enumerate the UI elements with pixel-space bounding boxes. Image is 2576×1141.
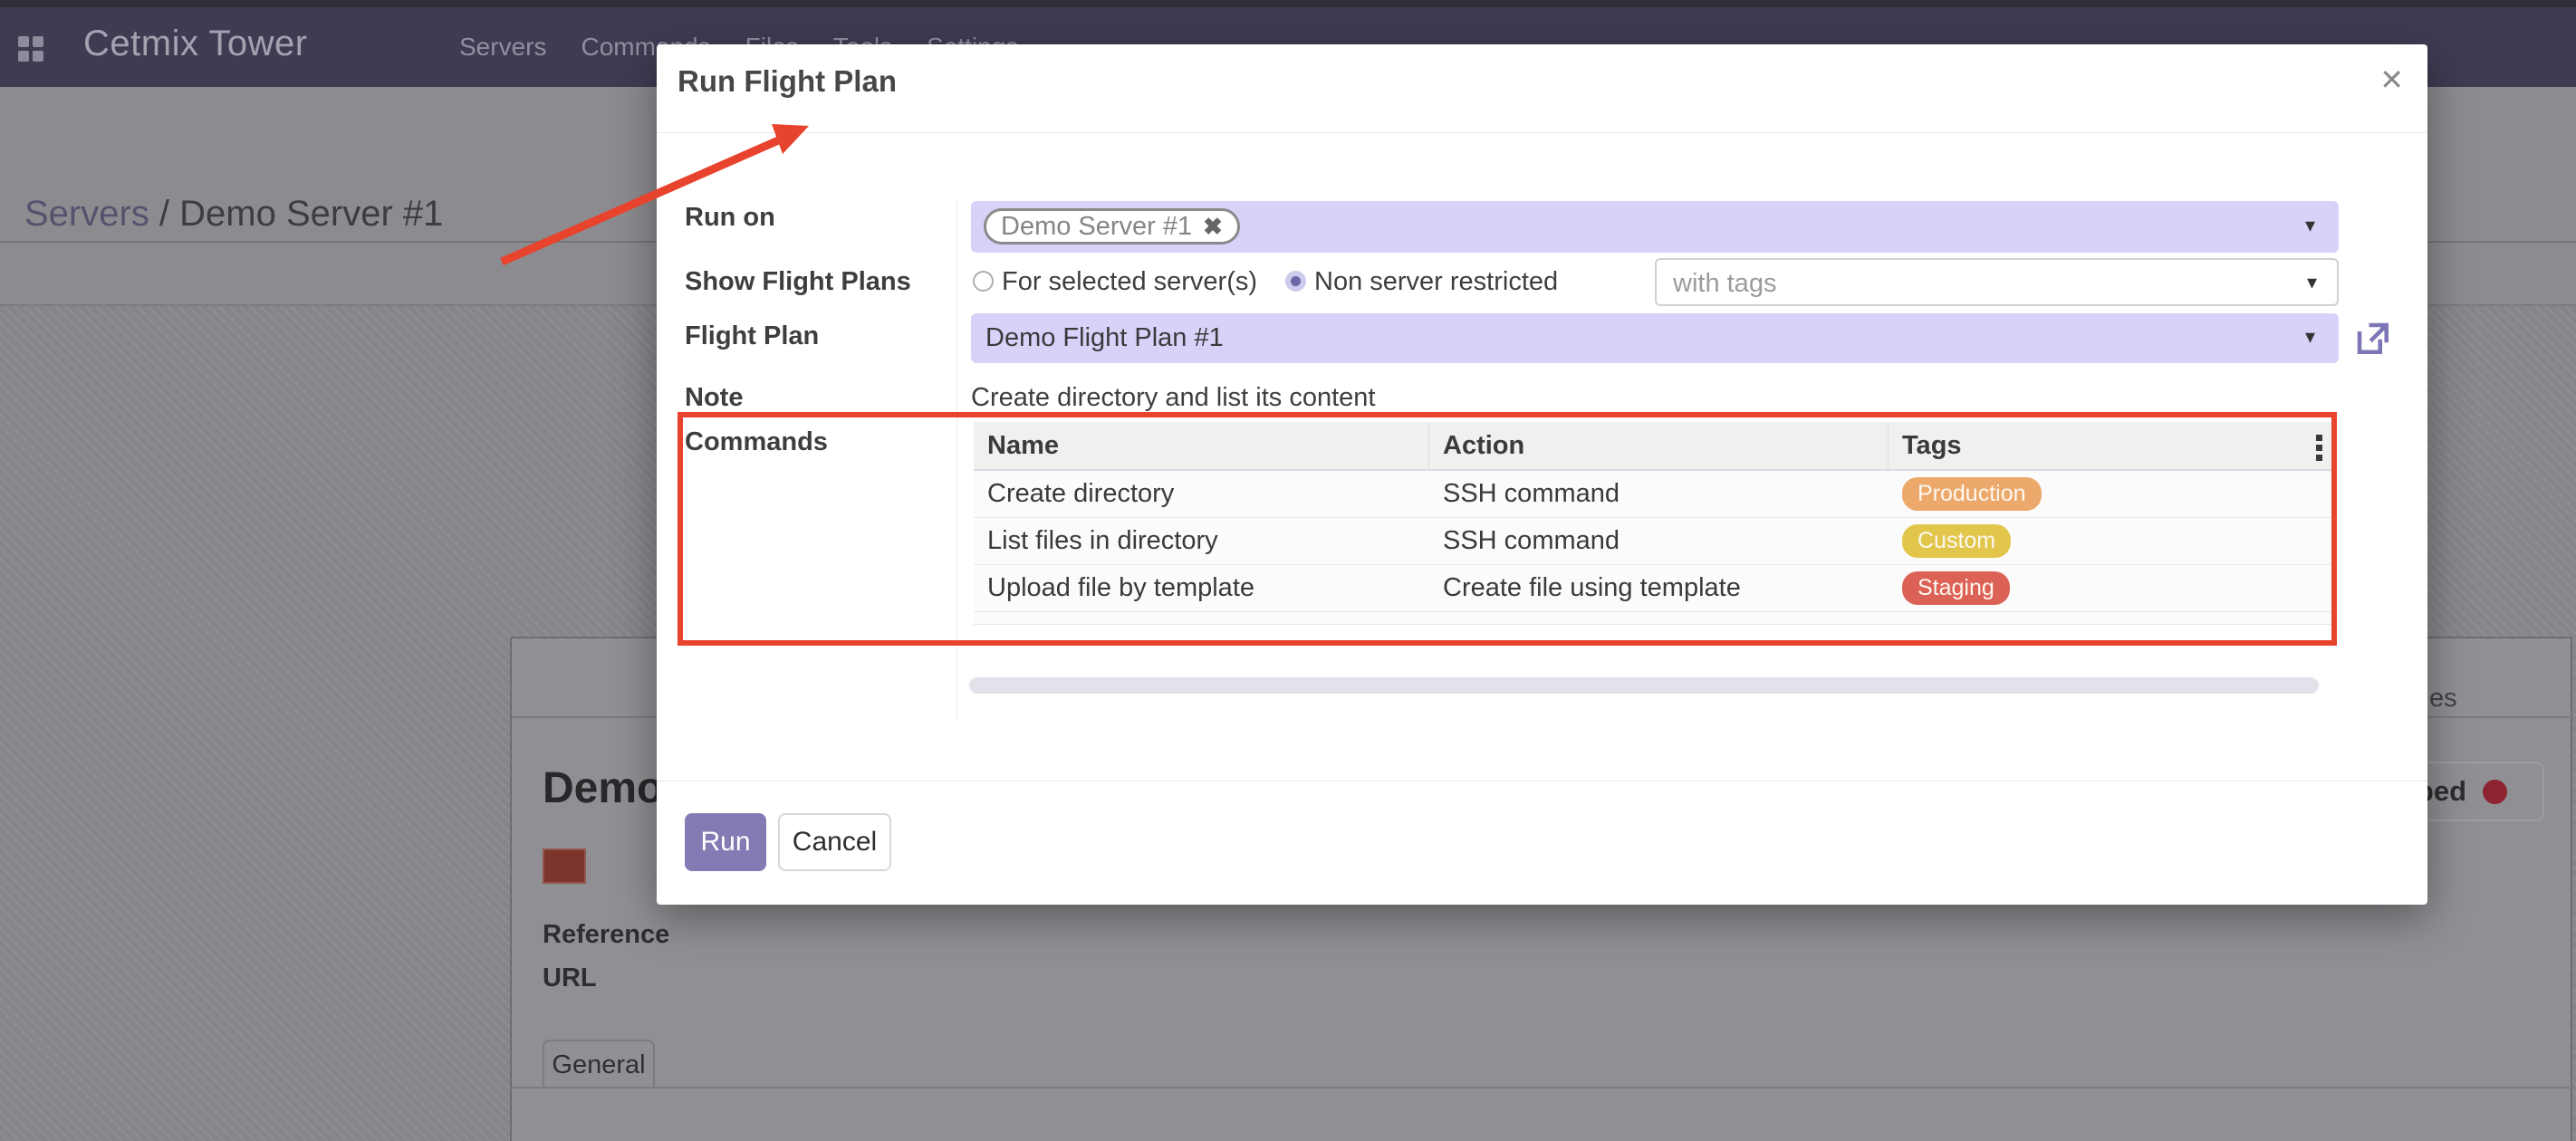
flight-plan-field[interactable]: Demo Flight Plan #1 ▾: [971, 313, 2339, 363]
field-label-reference: Reference: [543, 920, 669, 950]
note-label: Note: [685, 383, 743, 413]
app-logo[interactable]: Cetmix Tower: [83, 24, 308, 64]
browser-top-strip: [0, 0, 2576, 7]
nav-item-servers[interactable]: Servers: [459, 33, 546, 62]
status-dot-icon: [2483, 780, 2507, 804]
tab-bar-divider: [512, 1087, 2574, 1088]
horizontal-scrollbar[interactable]: [969, 677, 2319, 694]
field-label-url: URL: [543, 964, 597, 993]
screen: Cetmix Tower Servers Commands Files Tool…: [0, 0, 2576, 1141]
remove-tag-icon[interactable]: ✖: [1203, 213, 1223, 241]
breadcrumb: Servers / Demo Server #1: [24, 194, 443, 235]
breadcrumb-servers-link[interactable]: Servers: [24, 194, 149, 234]
external-link-icon[interactable]: [2353, 319, 2391, 357]
annotation-rectangle: [678, 412, 2337, 646]
flight-plan-value: Demo Flight Plan #1: [985, 323, 1224, 353]
chevron-down-icon[interactable]: ▾: [2305, 325, 2315, 349]
flight-plan-label: Flight Plan: [685, 321, 819, 351]
show-flight-plans-label: Show Flight Plans: [685, 267, 911, 297]
modal-header-divider: [657, 132, 2427, 133]
chevron-down-icon[interactable]: ▾: [2305, 214, 2315, 237]
chevron-down-icon[interactable]: ▾: [2307, 271, 2317, 294]
modal-title: Run Flight Plan: [678, 64, 897, 99]
radio-for-selected-servers[interactable]: [973, 271, 994, 292]
run-on-label: Run on: [685, 203, 775, 233]
cancel-button[interactable]: Cancel: [778, 813, 891, 871]
radio-label-for-selected-servers[interactable]: For selected server(s): [1002, 267, 1257, 297]
server-tag[interactable]: Demo Server #1 ✖: [984, 208, 1240, 244]
smart-button-label-fragment[interactable]: es: [2429, 684, 2457, 714]
apps-grid-icon[interactable]: [18, 36, 43, 62]
run-on-field[interactable]: Demo Server #1 ✖ ▾: [971, 201, 2339, 253]
with-tags-placeholder: with tags: [1673, 269, 1776, 299]
tab-general[interactable]: General: [543, 1040, 655, 1088]
breadcrumb-current: / Demo Server #1: [149, 194, 444, 234]
server-title-fragment: Demo: [543, 763, 663, 813]
radio-non-server-restricted[interactable]: [1285, 271, 1306, 292]
color-swatch[interactable]: [543, 849, 586, 884]
radio-label-non-server-restricted[interactable]: Non server restricted: [1314, 267, 1558, 297]
note-value: Create directory and list its content: [971, 383, 1375, 413]
run-button[interactable]: Run: [685, 813, 766, 871]
close-icon[interactable]: ✕: [2379, 62, 2404, 97]
with-tags-dropdown[interactable]: with tags ▾: [1655, 258, 2339, 306]
